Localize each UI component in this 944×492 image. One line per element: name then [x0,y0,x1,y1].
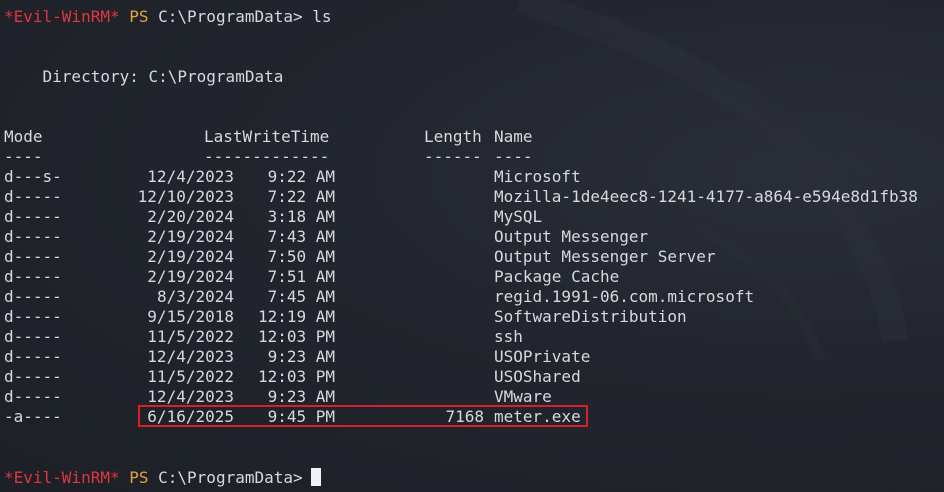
underline-mode: ---- [4,147,43,166]
row-name: VMware [494,387,552,406]
highlight-annotation-box [138,405,588,427]
row-mode: d----- [4,367,62,386]
row-mode: d----- [4,387,62,406]
table-row: d----- 12/10/2023 7:22 AM Mozilla-1de4ee… [0,187,944,207]
table-row: d----- 9/15/2018 12:19 AM SoftwareDistri… [0,307,944,327]
listing-header-underline: ---- ------------- ------ ---- [0,147,944,167]
row-time: 7:45 AM [267,287,335,306]
underline-length: ------ [424,147,482,166]
prompt-ps-label: PS [129,468,149,487]
header-mode: Mode [4,127,43,146]
row-mode: d----- [4,347,62,366]
row-date: 12/4/2023 [147,347,234,366]
listing-header: Mode LastWriteTime Length Name [0,127,944,147]
command-prompt-line: *Evil-WinRM* PS C:\ProgramData> ls [4,7,332,27]
row-length [400,167,484,187]
header-lastwritetime: LastWriteTime [204,127,330,146]
row-time: 7:22 AM [267,187,335,206]
text-cursor [310,468,321,486]
row-mode: d----- [4,267,62,286]
row-date: 11/5/2022 [147,367,234,386]
row-name: USOShared [494,367,581,386]
row-date: 2/19/2024 [147,267,234,286]
row-date: 9/15/2018 [147,307,234,326]
table-row: d----- 2/19/2024 7:51 AM Package Cache [0,267,944,287]
row-mode: d---s- [4,167,62,186]
directory-heading: Directory: C:\ProgramData [4,67,284,86]
underline-lastwritetime: ------------- [204,147,330,166]
row-time: 12:03 PM [257,367,335,386]
row-date: 12/4/2023 [147,167,234,186]
row-name: Mozilla-1de4eec8-1241-4177-a864-e594e8d1… [494,187,918,206]
row-date: 2/19/2024 [147,247,234,266]
terminal-window[interactable]: *Evil-WinRM* PS C:\ProgramData> ls Direc… [0,0,944,492]
row-length [400,307,484,327]
row-name: Microsoft [494,167,581,186]
row-length [400,207,484,227]
prompt-ps-label: PS [129,7,149,26]
row-time: 9:23 AM [267,387,335,406]
table-row: d----- 2/20/2024 3:18 AM MySQL [0,207,944,227]
row-date: 12/10/2023 [137,187,234,206]
row-time: 9:23 AM [267,347,335,366]
active-prompt-line[interactable]: *Evil-WinRM* PS C:\ProgramData> [4,468,321,488]
row-date: 12/4/2023 [147,387,234,406]
row-mode: d----- [4,207,62,226]
row-time: 12:03 PM [257,327,335,346]
row-mode: -a---- [4,407,62,426]
row-length [400,387,484,407]
row-name: regid.1991-06.com.microsoft [494,287,755,306]
row-time: 9:22 AM [267,167,335,186]
row-date: 2/19/2024 [147,227,234,246]
header-length: Length [424,127,482,146]
row-name: SoftwareDistribution [494,307,687,326]
row-time: 7:43 AM [267,227,335,246]
prompt-path: C:\ProgramData> [158,7,303,26]
row-time: 12:19 AM [257,307,335,326]
row-name: USOPrivate [494,347,591,366]
row-date: 11/5/2022 [147,327,234,346]
prompt-shell-label: *Evil-WinRM* [4,7,120,26]
row-time: 3:18 AM [267,207,335,226]
table-row: d----- 11/5/2022 12:03 PM USOShared [0,367,944,387]
row-length [400,267,484,287]
table-row: d----- 8/3/2024 7:45 AM regid.1991-06.co… [0,287,944,307]
table-row: d---s- 12/4/2023 9:22 AM Microsoft [0,167,944,187]
prompt-shell-label: *Evil-WinRM* [4,468,120,487]
underline-name: ---- [494,147,533,166]
row-length [400,227,484,247]
row-mode: d----- [4,187,62,206]
table-row: d----- 11/5/2022 12:03 PM ssh [0,327,944,347]
row-time: 7:51 AM [267,267,335,286]
row-mode: d----- [4,247,62,266]
header-name: Name [494,127,533,146]
row-length [400,347,484,367]
row-date: 2/20/2024 [147,207,234,226]
row-mode: d----- [4,227,62,246]
row-name: Output Messenger [494,227,649,246]
table-row: d----- 12/4/2023 9:23 AM VMware [0,387,944,407]
row-length [400,187,484,207]
row-name: Package Cache [494,267,620,286]
row-length [400,367,484,387]
row-name: MySQL [494,207,543,226]
row-name: ssh [494,327,523,346]
command-text: ls [312,7,332,26]
table-row: d----- 12/4/2023 9:23 AM USOPrivate [0,347,944,367]
row-date: 8/3/2024 [156,287,234,306]
row-mode: d----- [4,287,62,306]
row-mode: d----- [4,327,62,346]
row-length [400,327,484,347]
row-length [400,247,484,267]
row-name: Output Messenger Server [494,247,716,266]
table-row: d----- 2/19/2024 7:50 AM Output Messenge… [0,247,944,267]
row-length [400,287,484,307]
prompt-path: C:\ProgramData> [158,468,303,487]
row-time: 7:50 AM [267,247,335,266]
row-mode: d----- [4,307,62,326]
table-row: d----- 2/19/2024 7:43 AM Output Messenge… [0,227,944,247]
